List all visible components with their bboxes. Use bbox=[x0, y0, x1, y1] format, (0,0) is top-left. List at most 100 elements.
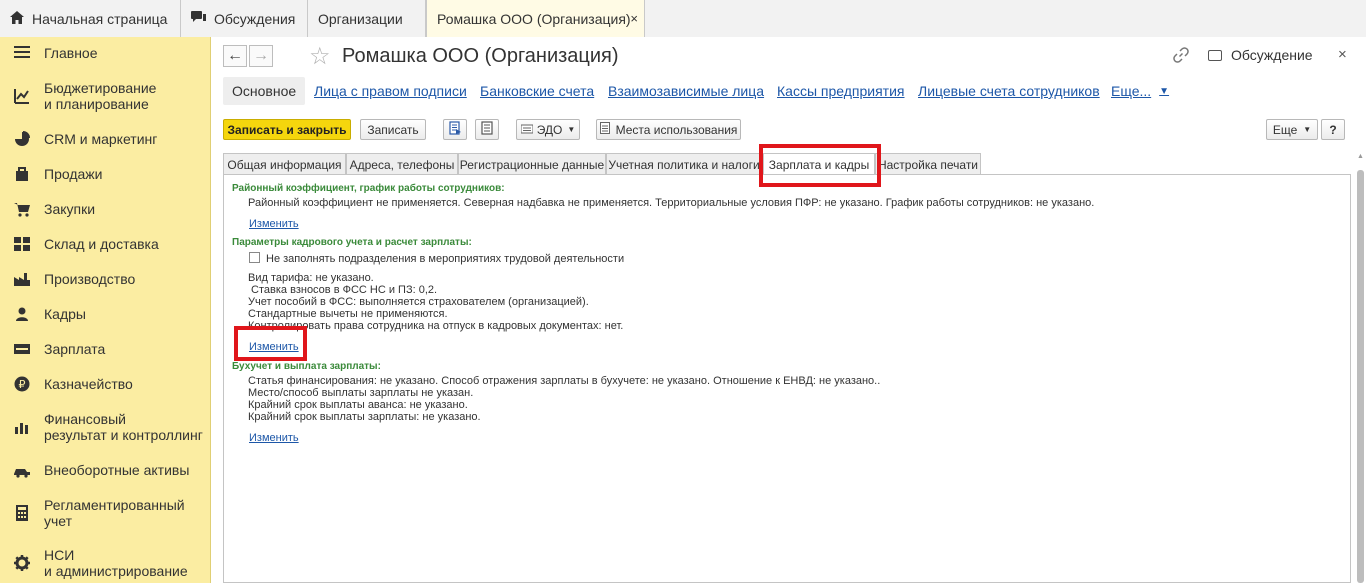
tab-discussions-label: Обсуждения bbox=[214, 10, 296, 27]
sidebar-item-treasury[interactable]: ₽ Казначейство bbox=[0, 376, 210, 394]
tab-salary-hr[interactable]: Зарплата и кадры bbox=[763, 153, 875, 176]
tab-related-parties[interactable]: Взаимозависимые лица bbox=[608, 77, 764, 105]
more-dropdown-button[interactable]: Еще ▼ bbox=[1266, 119, 1318, 140]
sidebar-item-nsi[interactable]: НСИ и администрирование bbox=[0, 547, 210, 581]
document-icon bbox=[599, 122, 610, 137]
warehouse-icon bbox=[14, 236, 30, 252]
chevron-down-icon: ▼ bbox=[1159, 85, 1170, 97]
sidebar-item-label: CRM и маркетинг bbox=[44, 131, 158, 147]
sidebar-item-main[interactable]: Главное bbox=[0, 45, 210, 63]
sidebar-item-crm[interactable]: CRM и маркетинг bbox=[0, 131, 210, 149]
sidebar-item-label: Финансовый результат и контроллинг bbox=[44, 411, 203, 443]
sidebar-item-budget[interactable]: Бюджетирование и планирование bbox=[0, 80, 210, 114]
tab-main[interactable]: Основное bbox=[223, 77, 306, 105]
edo-dropdown-button[interactable]: ЭДО ▼ bbox=[516, 119, 580, 140]
tab-addresses[interactable]: Адреса, телефоны bbox=[346, 153, 458, 175]
sidebar-item-label: Бюджетирование и планирование bbox=[44, 80, 157, 112]
salary-icon bbox=[14, 341, 30, 357]
tab-bank-accounts[interactable]: Банковские счета bbox=[480, 77, 594, 105]
tab-home-label: Начальная страница bbox=[32, 10, 168, 27]
edo-label: ЭДО bbox=[536, 122, 563, 137]
tab-more-label: Еще... bbox=[1111, 83, 1152, 99]
tab-accounting-policy[interactable]: Учетная политика и налоги bbox=[606, 153, 762, 175]
fss-rate-text: Ставка взносов в ФСС НС и ПЗ: 0,2. bbox=[248, 284, 438, 296]
assets-icon bbox=[14, 462, 30, 478]
sidebar-item-label: Закупки bbox=[44, 201, 96, 217]
tab-general-info[interactable]: Общая информация bbox=[223, 153, 346, 175]
discussion-icon bbox=[191, 10, 206, 27]
edit-hr-params-link[interactable]: Изменить bbox=[249, 341, 299, 353]
cart-icon bbox=[14, 201, 30, 217]
back-button[interactable]: ← bbox=[223, 45, 247, 67]
person-icon bbox=[14, 306, 30, 322]
report-button[interactable] bbox=[475, 119, 499, 140]
sidebar-item-finresult[interactable]: Финансовый результат и контроллинг bbox=[0, 411, 210, 445]
help-button[interactable]: ? bbox=[1321, 119, 1345, 140]
tab-content-panel: Районный коэффициент, график работы сотр… bbox=[223, 174, 1351, 583]
close-icon[interactable]: × bbox=[630, 11, 638, 26]
page-title: Ромашка ООО (Организация) bbox=[342, 45, 619, 67]
group-title-accounting-payment: Бухучет и выплата зарплаты: bbox=[232, 361, 381, 372]
salary-deadline-text: Крайний срок выплаты зарплаты: не указан… bbox=[248, 411, 481, 423]
sidebar-item-label: Внеоборотные активы bbox=[44, 462, 190, 478]
chevron-down-icon: ▼ bbox=[567, 125, 576, 134]
sidebar-item-sales[interactable]: Продажи bbox=[0, 166, 210, 184]
discussion-label: Обсуждение bbox=[1231, 47, 1313, 63]
sidebar-item-label: Казначейство bbox=[44, 376, 133, 392]
edit-regional-link[interactable]: Изменить bbox=[249, 218, 299, 230]
sidebar-item-production[interactable]: Производство bbox=[0, 271, 210, 289]
calculator-icon bbox=[14, 505, 30, 521]
chevron-down-icon: ▼ bbox=[1303, 125, 1312, 134]
crm-icon bbox=[14, 131, 30, 147]
usage-places-button[interactable]: Места использования bbox=[596, 119, 741, 140]
scroll-thumb[interactable] bbox=[1357, 170, 1364, 583]
budget-icon bbox=[14, 88, 30, 104]
tab-home[interactable]: Начальная страница bbox=[0, 0, 181, 37]
tariff-text: Вид тарифа: не указано. bbox=[248, 272, 374, 284]
tab-organizations-label: Организации bbox=[318, 10, 403, 27]
svg-text:₽: ₽ bbox=[19, 378, 26, 391]
save-close-button[interactable]: Записать и закрыть bbox=[223, 119, 351, 140]
tab-cash-desks[interactable]: Кассы предприятия bbox=[777, 77, 905, 105]
document-print-icon bbox=[448, 121, 462, 138]
no-fill-departments-checkbox[interactable] bbox=[249, 252, 260, 263]
sidebar-item-hr[interactable]: Кадры bbox=[0, 306, 210, 324]
sidebar-item-purchases[interactable]: Закупки bbox=[0, 201, 210, 219]
bar-chart-icon bbox=[14, 419, 30, 435]
save-button[interactable]: Записать bbox=[360, 119, 426, 140]
edo-icon bbox=[520, 123, 534, 137]
tab-employee-accounts[interactable]: Лицевые счета сотрудников bbox=[918, 77, 1100, 105]
close-form-icon[interactable]: × bbox=[1338, 46, 1347, 63]
tab-signers[interactable]: Лица с правом подписи bbox=[314, 77, 467, 105]
tab-registration[interactable]: Регистрационные данные bbox=[458, 153, 606, 175]
more-label: Еще bbox=[1272, 122, 1298, 137]
vacation-control-text: Контролировать права сотрудника на отпус… bbox=[248, 320, 624, 332]
discussion-button[interactable]: Обсуждение bbox=[1208, 47, 1313, 63]
scroll-up-icon[interactable]: ▲ bbox=[1356, 153, 1365, 160]
tab-romashka-label: Ромашка ООО (Организация) bbox=[437, 10, 631, 27]
sidebar-item-label: Производство bbox=[44, 271, 136, 287]
tab-print-settings[interactable]: Настройка печати bbox=[875, 153, 981, 175]
forward-button[interactable]: → bbox=[249, 45, 273, 67]
tab-discussions[interactable]: Обсуждения bbox=[181, 0, 308, 37]
regional-info-text: Районный коэффициент не применяется. Сев… bbox=[248, 197, 1095, 209]
payment-place-text: Место/способ выплаты зарплаты не указан. bbox=[248, 387, 474, 399]
sidebar-item-regulated[interactable]: Регламентированный учет bbox=[0, 497, 210, 531]
favorite-star-icon[interactable]: ☆ bbox=[309, 42, 331, 71]
sidebar-item-warehouse[interactable]: Склад и доставка bbox=[0, 236, 210, 254]
main-form: ← → ☆ Ромашка ООО (Организация) Обсужден… bbox=[211, 37, 1366, 583]
sidebar-item-label: Склад и доставка bbox=[44, 236, 159, 252]
group-title-hr-params: Параметры кадрового учета и расчет зарпл… bbox=[232, 237, 472, 248]
tab-romashka[interactable]: Ромашка ООО (Организация) × bbox=[426, 0, 645, 37]
tab-organizations[interactable]: Организации bbox=[308, 0, 426, 37]
sidebar: Главное Бюджетирование и планирование CR… bbox=[0, 37, 211, 583]
sidebar-item-salary[interactable]: Зарплата bbox=[0, 341, 210, 359]
sidebar-item-label: НСИ и администрирование bbox=[44, 547, 188, 579]
edit-accounting-payment-link[interactable]: Изменить bbox=[249, 432, 299, 444]
vertical-scrollbar[interactable]: ▲ bbox=[1356, 153, 1365, 583]
link-icon[interactable] bbox=[1173, 47, 1189, 68]
sidebar-item-assets[interactable]: Внеоборотные активы bbox=[0, 462, 210, 480]
tab-more[interactable]: Еще... ▼ bbox=[1111, 77, 1169, 105]
factory-icon bbox=[14, 271, 30, 287]
print-doc-button[interactable] bbox=[443, 119, 467, 140]
